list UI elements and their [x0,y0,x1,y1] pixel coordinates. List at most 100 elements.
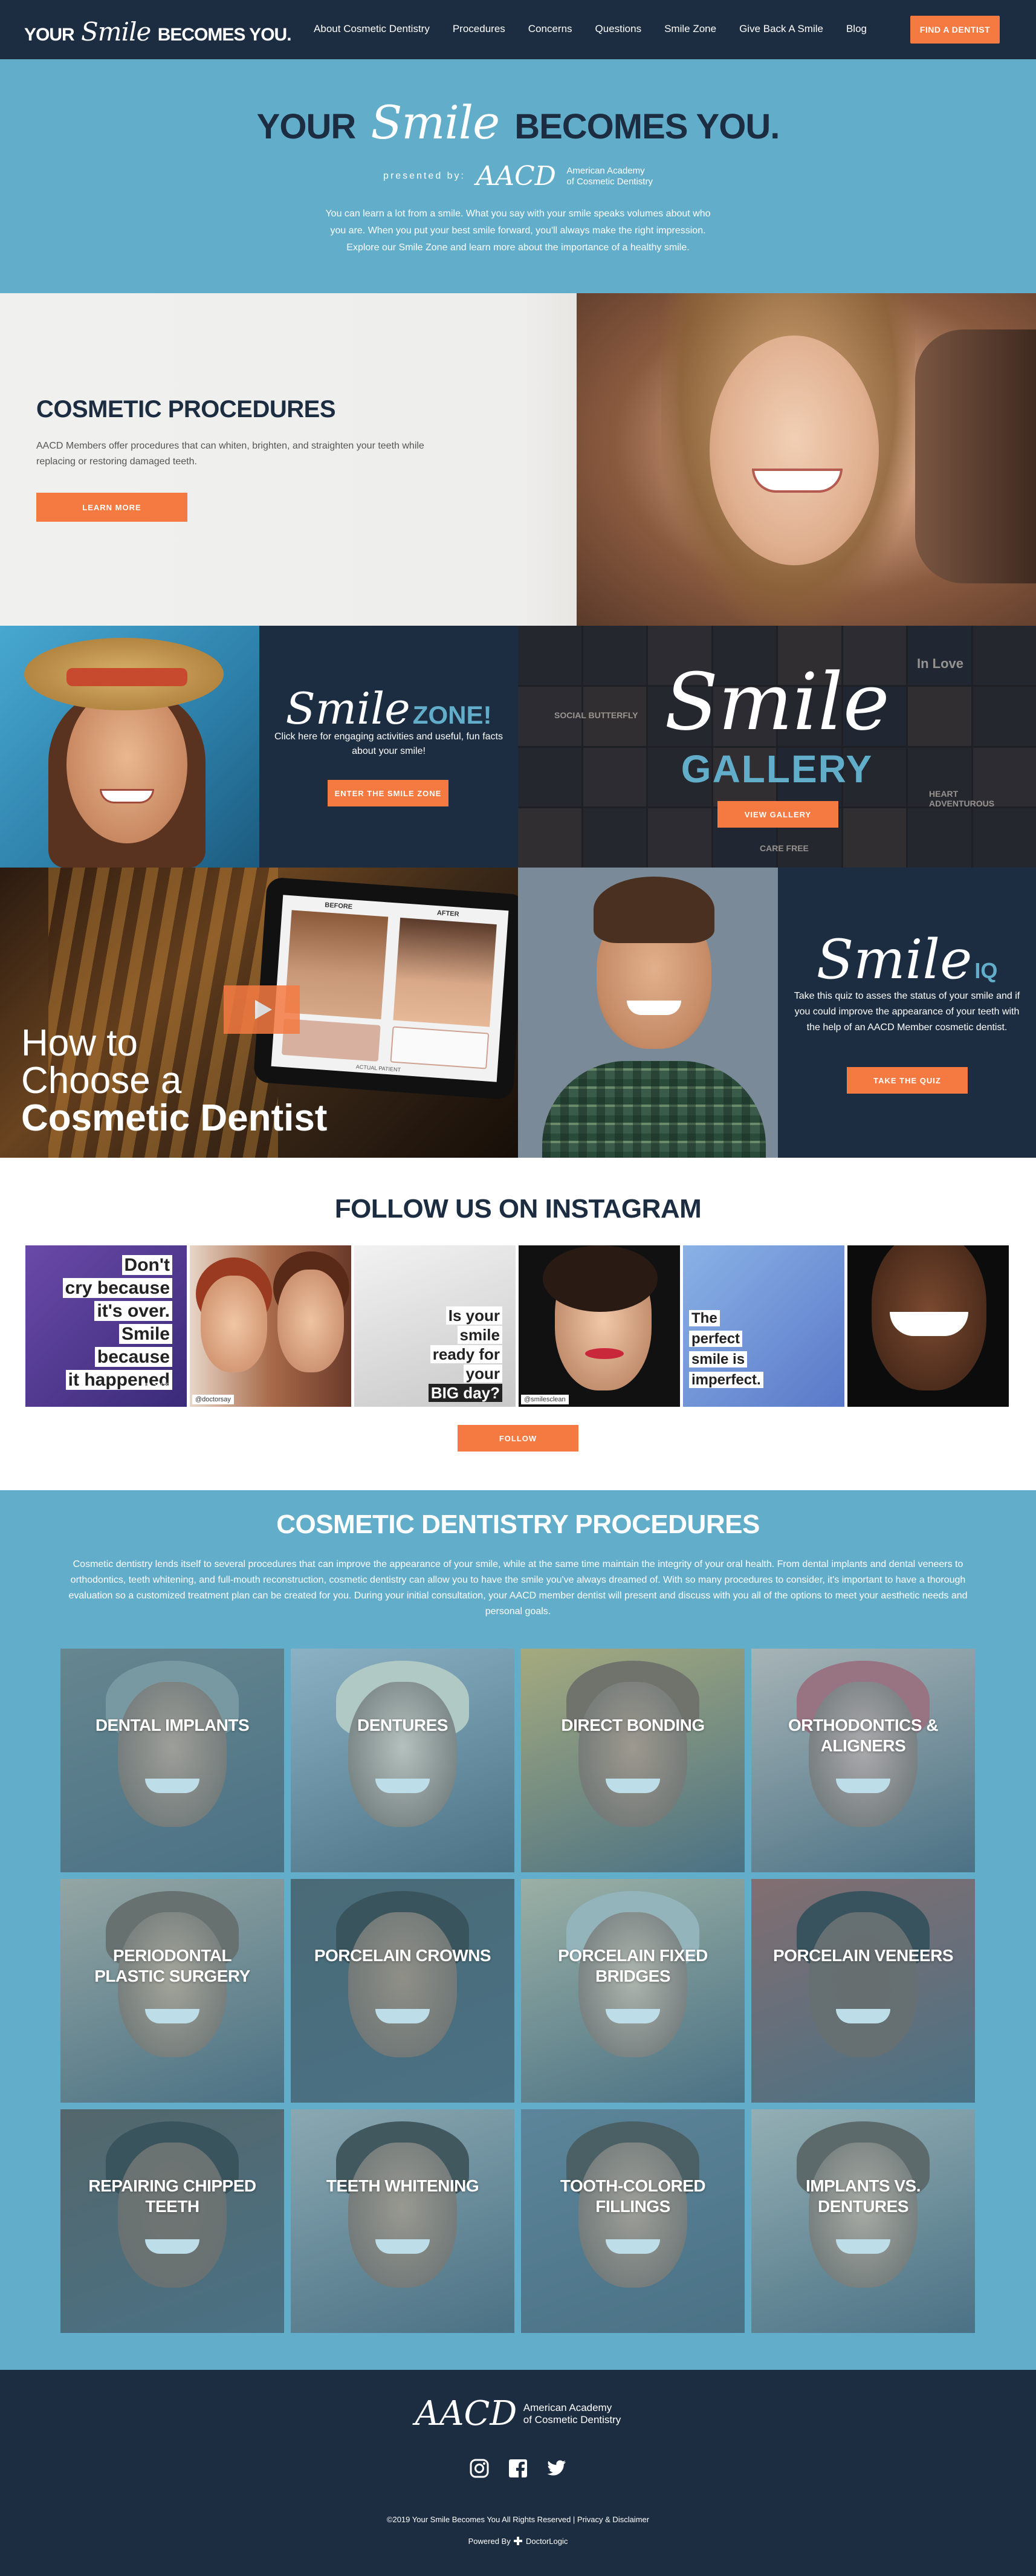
quote-line: smile is [689,1351,748,1367]
video-title-line-1: How to [21,1022,138,1064]
procedure-card-label: DENTAL IMPLANTS [95,1716,250,1734]
footer-org-name: American Academy of Cosmetic Dentistry [523,2402,621,2426]
smile-zone-script: Smile [285,683,410,734]
nav-link-questions[interactable]: Questions [595,23,642,35]
doctorlogic-icon [514,2537,523,2545]
hero-title: YOUR Smile BECOMES YOU. [0,96,1036,149]
top-nav: YOUR Smile BECOMES YOU. About Cosmetic D… [0,0,1036,59]
quote-line: because [94,1347,172,1367]
powered-by: Powered By DoctorLogic [0,2537,1036,2546]
quote-line: Is your [445,1306,502,1325]
procedure-card-label: PORCELAIN CROWNS [314,1946,491,1965]
gallery-smile-script: Smile [664,656,890,748]
smile-iq-title: Smile IQ [778,928,1036,991]
learn-more-button[interactable]: LEARN MORE [36,493,187,522]
footer-aacd-mark: AACD [415,2394,517,2433]
procedure-card[interactable]: ORTHODONTICS & ALIGNERS [751,1649,975,1872]
nav-link-blog[interactable]: Blog [846,23,867,35]
quote-line: it's over. [94,1301,172,1321]
procedure-card[interactable]: PORCELAIN FIXED BRIDGES [521,1879,745,2103]
aacd-logo[interactable]: AACD [476,161,556,192]
instagram-post[interactable]: @doctorsay [190,1245,351,1407]
twitter-icon[interactable] [546,2458,567,2479]
instagram-post[interactable]: The perfect smile is imperfect. [683,1245,844,1407]
procedure-card[interactable]: PERIODONTAL PLASTIC SURGERY [60,1879,284,2103]
quote-line: Smile [118,1324,172,1344]
smile-zone-text: Click here for engaging activities and u… [274,732,503,756]
video-title-line-3: Cosmetic Dentist [21,1097,328,1139]
gallery-label-carefree: CARE FREE [760,843,809,853]
nav-link-about[interactable]: About Cosmetic Dentistry [314,23,430,35]
smile-zone-tile[interactable]: SmileZONE! Click here for engaging activ… [259,626,518,868]
procedures-section: COSMETIC DENTISTRY PROCEDURES Cosmetic d… [0,1490,1036,2370]
smile-zone-title: SmileZONE! [259,683,518,734]
procedure-card-label: IMPLANTS VS. DENTURES [805,2176,921,2216]
instagram-icon[interactable] [469,2458,490,2479]
procedure-card[interactable]: DENTURES [291,1649,514,1872]
footer-org-line-2: of Cosmetic Dentistry [523,2413,621,2425]
procedure-card[interactable]: REPAIRING CHIPPED TEETH [60,2109,284,2333]
doctorlogic-link[interactable]: DoctorLogic [526,2537,568,2546]
find-dentist-button[interactable]: FIND A DENTIST [910,16,1000,44]
hero-description: You can learn a lot from a smile. What y… [325,209,711,253]
hero-title-pre: YOUR [256,107,357,146]
smile-iq-text: Take this quiz to asses the status of yo… [794,991,1020,1033]
instagram-post[interactable]: @smilesclean [519,1245,680,1407]
cosmetic-procedures-heading: COSMETIC PROCEDURES [36,396,336,423]
logo-post: BECOMES YOU. [157,25,292,45]
nav-link-give-back[interactable]: Give Back A Smile [739,23,823,35]
procedure-card-label: DIRECT BONDING [561,1716,705,1734]
nav-link-smile-zone[interactable]: Smile Zone [664,23,716,35]
smiling-man-photo [518,868,778,1158]
procedures-heading: COSMETIC DENTISTRY PROCEDURES [276,1510,760,1539]
procedure-card-label: TOOTH-COLORED FILLINGS [560,2176,706,2216]
quote-line: The [689,1310,720,1326]
procedure-card[interactable]: DIRECT BONDING [521,1649,745,1872]
hero-title-script: Smile [371,96,500,149]
after-label: AFTER [436,909,459,918]
presented-by: presented by: AACD American Academy of C… [0,161,1036,192]
smile-gallery-tile[interactable]: SOCIAL BUTTERFLY In Love HEART ADVENTURO… [518,626,1036,868]
nav-link-concerns[interactable]: Concerns [528,23,572,35]
instagram-post[interactable]: Is your smile ready for your BIG day? [354,1245,516,1407]
powered-by-label: Powered By [468,2537,511,2546]
smile-iq-tile[interactable]: Smile IQ Take this quiz to asses the stat… [778,868,1036,1158]
cosmetic-procedures-text: AACD Members offer procedures that can w… [36,441,424,467]
nav-link-procedures[interactable]: Procedures [453,23,505,35]
procedure-card[interactable]: TOOTH-COLORED FILLINGS [521,2109,745,2333]
instagram-post[interactable] [847,1245,1009,1407]
video-title: How to Choose a Cosmetic Dentist [21,1025,327,1137]
procedure-card-label: PORCELAIN VENEERS [773,1946,954,1965]
copyright: ©2019 Your Smile Becomes You All Rights … [386,2515,650,2524]
aacd-org-name: American Academy of Cosmetic Dentistry [566,166,653,187]
view-gallery-button[interactable]: VIEW GALLERY [717,801,838,828]
take-quiz-button[interactable]: TAKE THE QUIZ [847,1067,968,1094]
quote-line: cry because [62,1278,172,1298]
smile-zone-word: ZONE! [412,701,492,729]
enter-smile-zone-button[interactable]: ENTER THE SMILE ZONE [328,780,448,806]
quote-line: perfect [689,1331,743,1347]
gallery-label-adventurous: HEART ADVENTUROUS [929,789,995,808]
procedure-card-label: PORCELAIN FIXED BRIDGES [558,1946,708,1985]
procedure-card[interactable]: IMPLANTS VS. DENTURES [751,2109,975,2333]
procedure-card[interactable]: DENTAL IMPLANTS [60,1649,284,1872]
logo-pre: YOUR [24,25,75,45]
site-logo[interactable]: YOUR Smile BECOMES YOU. [24,17,292,47]
instagram-post[interactable]: Don't cry because it's over. Smile becau… [25,1245,187,1407]
quote-author: – Dr. Seuss [134,1380,172,1389]
procedure-card[interactable]: PORCELAIN CROWNS [291,1879,514,2103]
instagram-handle: @smilesclean [521,1395,569,1404]
procedure-cards: DENTAL IMPLANTS DENTURES DIRECT BONDING ORT… [60,1649,976,2333]
footer-logo[interactable]: AACD American Academy of Cosmetic Dentis… [0,2394,1036,2433]
procedure-card[interactable]: PORCELAIN VENEERS [751,1879,975,2103]
choose-dentist-video[interactable]: BEFORE AFTER ACTUAL PATIENT How to Choos… [0,868,518,1158]
procedure-card-label: PERIODONTAL PLASTIC SURGERY [94,1946,250,1985]
facebook-icon[interactable] [508,2458,528,2479]
procedure-card[interactable]: TEETH WHITENING [291,2109,514,2333]
quote-line: Don't [121,1255,172,1275]
follow-button[interactable]: FOLLOW [458,1425,578,1452]
smile-iq-word: IQ [974,958,998,983]
instagram-section: FOLLOW US ON INSTAGRAM Don't cry because… [0,1158,1036,1490]
procedure-card-label: DENTURES [357,1716,448,1734]
smile-iq-script: Smile [816,928,973,991]
